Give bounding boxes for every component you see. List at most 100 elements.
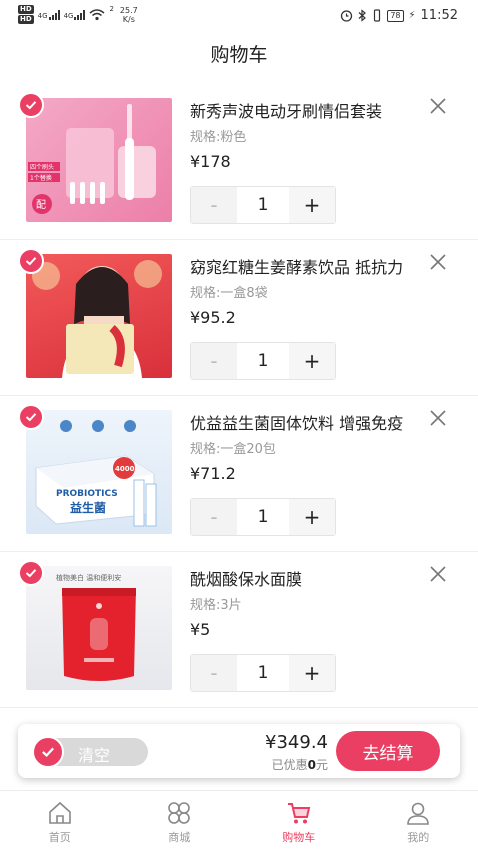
total-price: ¥349.4 — [265, 732, 328, 753]
clear-cart-button[interactable]: 清空 — [32, 736, 148, 768]
item-checkbox[interactable] — [18, 92, 44, 118]
vibrate-icon — [374, 9, 381, 22]
item-price: ¥71.2 — [190, 464, 236, 483]
hd-indicators: HD HD — [18, 5, 34, 24]
check-icon — [25, 257, 37, 266]
brand-text: PROBIOTICS — [56, 489, 118, 499]
increase-quantity-button[interactable]: + — [289, 343, 335, 379]
check-icon — [25, 569, 37, 578]
decrease-quantity-button[interactable]: - — [191, 655, 237, 691]
ginger-drink-product-image — [32, 260, 162, 378]
decrease-quantity-button[interactable]: - — [191, 187, 237, 223]
status-bar-left: HD HD 4G 4G 2 25.7 K/s — [18, 5, 138, 24]
tab-cart[interactable]: 购物车 — [239, 791, 359, 850]
item-price: ¥95.2 — [190, 308, 236, 327]
select-all-checkbox[interactable] — [32, 736, 64, 768]
increase-quantity-button[interactable]: + — [289, 499, 335, 535]
face-mask-product-image: 植物美白 温和便利安 — [56, 573, 136, 681]
item-checkbox[interactable] — [18, 248, 44, 274]
check-icon — [25, 101, 37, 110]
remove-item-icon[interactable] — [428, 408, 448, 428]
tag-badge: 配 — [36, 199, 46, 211]
item-checkbox[interactable] — [18, 560, 44, 586]
item-spec: 规格:一盒20包 — [190, 442, 276, 457]
home-icon — [48, 801, 71, 824]
product-cn-text: 益生菌 — [70, 500, 106, 515]
profile-icon — [407, 802, 430, 825]
network-speed: 25.7 K/s — [119, 5, 138, 24]
item-image[interactable]: 植物美白 温和便利安 — [26, 566, 172, 690]
tab-mall[interactable]: 商城 — [120, 791, 240, 850]
item-name[interactable]: 优益益生菌固体饮料 增强免疫 — [190, 410, 418, 434]
signal-icon: 4G — [37, 9, 60, 20]
item-name[interactable]: 新秀声波电动牙刷情侣套装 — [190, 98, 418, 122]
quantity-value[interactable]: 1 — [237, 499, 289, 535]
quantity-stepper: - 1 + — [190, 342, 336, 380]
remove-item-icon[interactable] — [428, 96, 448, 116]
discount-value: 0 — [307, 758, 316, 772]
hd-badge: HD — [18, 5, 34, 14]
check-icon — [42, 747, 54, 758]
item-price: ¥178 — [190, 152, 231, 171]
wifi-level: 2 — [109, 5, 114, 13]
tag-replace: 1个替换 — [30, 174, 52, 182]
quantity-value[interactable]: 1 — [237, 187, 289, 223]
item-checkbox[interactable] — [18, 404, 44, 430]
mall-icon — [168, 802, 191, 824]
check-icon — [25, 413, 37, 422]
item-spec: 规格:一盒8袋 — [190, 286, 268, 301]
checkout-button[interactable]: 去结算 — [336, 731, 440, 771]
quantity-stepper: - 1 + — [190, 498, 336, 536]
tab-label: 商城 — [168, 831, 191, 844]
charging-icon: ⚡ — [408, 10, 416, 21]
item-spec: 规格:粉色 — [190, 130, 247, 145]
cart-item: 四个刷头 1个替换 配 新秀声波电动牙刷情侣套装 规格:粉色 ¥178 - 1 … — [0, 84, 478, 240]
item-image[interactable]: PROBIOTICS 益生菌 4000 — [26, 410, 172, 534]
cart-item: PROBIOTICS 益生菌 4000 优益益生菌固体饮料 增强免疫 规格:一盒… — [0, 396, 478, 552]
status-bar-right: 78 ⚡ 11:52 — [340, 8, 458, 23]
status-bar: HD HD 4G 4G 2 25.7 K/s 78 ⚡ 11:52 — [0, 0, 478, 32]
tab-label: 购物车 — [282, 831, 316, 844]
bluetooth-icon — [358, 9, 367, 22]
item-image[interactable]: 四个刷头 1个替换 配 — [26, 98, 172, 222]
cart-item: 窈窕红糖生姜酵素饮品 抵抗力 规格:一盒8袋 ¥95.2 - 1 + — [0, 240, 478, 396]
remove-item-icon[interactable] — [428, 252, 448, 272]
alarm-icon — [341, 10, 353, 22]
clock: 11:52 — [420, 8, 458, 23]
tag-brush-heads: 四个刷头 — [30, 163, 54, 171]
probiotics-product-image: PROBIOTICS 益生菌 4000 — [35, 420, 157, 527]
signal-icon: 4G — [63, 9, 86, 20]
cart-icon — [287, 803, 310, 824]
wifi-icon — [89, 8, 105, 20]
item-image[interactable] — [26, 254, 172, 378]
clear-cart-label: 清空 — [78, 746, 111, 765]
increase-quantity-button[interactable]: + — [289, 187, 335, 223]
item-name[interactable]: 酰烟酸保水面膜 — [190, 566, 418, 590]
bottom-tab-bar: 首页 商城 购物车 我的 — [0, 790, 478, 850]
battery-level: 78 — [387, 9, 404, 22]
hd-badge: HD — [18, 15, 34, 24]
page-title: 购物车 — [210, 44, 268, 66]
quantity-stepper: - 1 + — [190, 186, 336, 224]
checkout-bar: 清空 ¥349.4 已优惠0元 去结算 — [18, 724, 460, 778]
tab-label: 我的 — [407, 831, 430, 844]
item-name[interactable]: 窈窕红糖生姜酵素饮品 抵抗力 — [190, 254, 418, 278]
cart-item: 植物美白 温和便利安 酰烟酸保水面膜 规格:3片 ¥5 - 1 + — [0, 552, 478, 708]
network-type: 4G — [63, 11, 74, 20]
caption-text: 植物美白 温和便利安 — [56, 573, 121, 582]
tab-profile[interactable]: 我的 — [359, 791, 478, 850]
tab-home[interactable]: 首页 — [0, 791, 120, 850]
quantity-value[interactable]: 1 — [237, 343, 289, 379]
decrease-quantity-button[interactable]: - — [191, 499, 237, 535]
network-type: 4G — [37, 11, 48, 20]
increase-quantity-button[interactable]: + — [289, 655, 335, 691]
decrease-quantity-button[interactable]: - — [191, 343, 237, 379]
remove-item-icon[interactable] — [428, 564, 448, 584]
quantity-value[interactable]: 1 — [237, 655, 289, 691]
item-spec: 规格:3片 — [190, 598, 242, 613]
item-price: ¥5 — [190, 620, 211, 639]
badge-text: 4000 — [115, 465, 135, 473]
tab-label: 首页 — [48, 831, 71, 844]
quantity-stepper: - 1 + — [190, 654, 336, 692]
toothbrush-product-image: 四个刷头 1个替换 配 — [28, 104, 156, 214]
